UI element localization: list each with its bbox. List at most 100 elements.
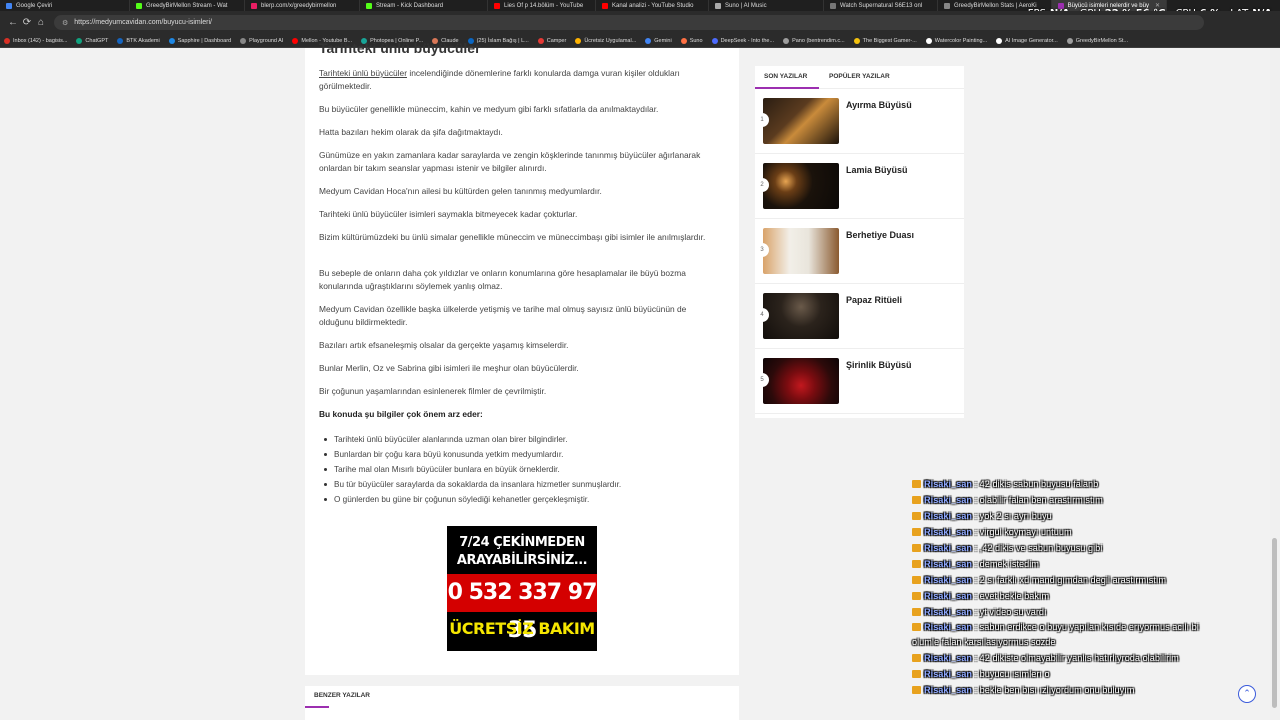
- bookmark-item[interactable]: Watercolor Painting...: [925, 37, 987, 44]
- sidebar-post-item[interactable]: 1 Ayırma Büyüsü: [755, 89, 964, 154]
- site-info-icon[interactable]: ⚙: [62, 19, 68, 27]
- article-paragraph: Bunlar Merlin, Oz ve Sabrina gibi isimle…: [319, 363, 579, 373]
- ad-line-1: 7/24 ÇEKİNMEDEN: [459, 535, 585, 550]
- chat-message: Risaki_san : 2 sı farklı xd mandıgımdan …: [912, 572, 1222, 588]
- bookmark-item[interactable]: Gemini: [645, 37, 672, 44]
- chat-message: Risaki_san : buyucu ısımlerı o: [912, 666, 1222, 682]
- post-thumbnail[interactable]: [763, 228, 839, 274]
- home-icon[interactable]: ⌂: [34, 17, 48, 28]
- sidebar-post-item[interactable]: 5 Şirinlik Büyüsü: [755, 349, 964, 414]
- post-thumbnail[interactable]: [763, 293, 839, 339]
- article-bullet-list: Tarihteki ünlü büyücüler alanlarında uzm…: [323, 432, 621, 507]
- tab-favicon-icon: [830, 2, 836, 9]
- bookmark-item[interactable]: AI Image Generator...: [996, 37, 1058, 44]
- tab-favicon-icon: [136, 2, 142, 9]
- tab-favicon-icon: [715, 2, 721, 9]
- bookmark-item[interactable]: Ücretsiz Uygulamal...: [575, 37, 636, 44]
- bookmark-item[interactable]: The Biggest Gamer-...: [853, 37, 917, 44]
- subscriber-badge-icon: [912, 670, 921, 678]
- back-arrow-icon[interactable]: ←: [6, 17, 20, 28]
- subscriber-badge-icon: [912, 480, 921, 488]
- related-posts-section: BENZER YAZILAR: [305, 686, 739, 720]
- bookmark-item[interactable]: Camper: [537, 37, 566, 44]
- post-title[interactable]: Lamia Büyüsü: [846, 165, 908, 175]
- subscriber-badge-icon: [912, 528, 921, 536]
- tab-popular-posts[interactable]: POPÜLER YAZILAR: [829, 73, 890, 80]
- article-paragraph: Bu sebeple de onların daha çok yıldızlar…: [319, 268, 686, 291]
- post-title[interactable]: Ayırma Büyüsü: [846, 100, 912, 110]
- bookmark-favicon-icon: [645, 37, 652, 44]
- chat-message: Risaki_san : demek istedim: [912, 556, 1222, 572]
- chat-message: Risaki_san : yok 2 sı ayrı buyu: [912, 508, 1222, 524]
- back-to-top-icon[interactable]: ⌃: [1238, 685, 1256, 703]
- tab-recent-posts[interactable]: SON YAZILAR: [764, 73, 807, 80]
- article-paragraph: Medyum Cavidan özellikle başka ülkelerde…: [319, 304, 687, 327]
- post-title[interactable]: Şirinlik Büyüsü: [846, 360, 912, 370]
- sidebar-widget: SON YAZILAR POPÜLER YAZILAR 1 Ayırma Büy…: [755, 66, 964, 418]
- bookmark-item[interactable]: Suno: [680, 37, 703, 44]
- browser-tab[interactable]: Stream - Kick Dashboard: [360, 0, 488, 11]
- post-thumbnail[interactable]: [763, 163, 839, 209]
- subscriber-badge-icon: [912, 592, 921, 600]
- browser-tab[interactable]: blerp.com/x/greedybirmellon: [245, 0, 360, 11]
- stream-chat-overlay: Risaki_san : 42 dikis sabun buyusu falan…: [912, 476, 1222, 698]
- post-number: 1: [755, 113, 769, 127]
- page-scrollbar[interactable]: [1270, 48, 1280, 720]
- bookmark-item[interactable]: Playground AI: [240, 37, 283, 44]
- subscriber-badge-icon: [912, 686, 921, 694]
- browser-tab[interactable]: Lies Of p 14.bölüm - YouTube: [488, 0, 596, 11]
- chat-message: Risaki_san : yt video su vardı: [912, 604, 1222, 620]
- browser-tab[interactable]: Watch Supernatural S6E13 onl: [824, 0, 938, 11]
- bookmark-item[interactable]: DeepSeek - Into the...: [711, 37, 774, 44]
- browser-tab[interactable]: Google Çeviri: [0, 0, 130, 11]
- bookmark-favicon-icon: [680, 37, 687, 44]
- bookmark-favicon-icon: [117, 37, 124, 44]
- chat-message: Risaki_san : evet bekle bakım: [912, 588, 1222, 604]
- post-number: 5: [755, 373, 769, 387]
- article-paragraph: Medyum Cavidan Hoca'nın ailesi bu kültür…: [319, 186, 602, 196]
- sidebar-post-item[interactable]: 3 Berhetiye Duası: [755, 219, 964, 284]
- bookmark-item[interactable]: ChatGPT: [76, 37, 108, 44]
- reload-icon[interactable]: ⟳: [20, 17, 34, 28]
- bookmark-item[interactable]: Inbox (142) - bagisis...: [4, 37, 67, 44]
- list-item: Tarihteki ünlü büyücüler alanlarında uzm…: [323, 432, 621, 447]
- bookmark-item[interactable]: Sapphire | Dashboard: [168, 37, 231, 44]
- url-input[interactable]: ⚙ https://medyumcavidan.com/buyucu-isiml…: [54, 15, 1204, 30]
- browser-tab[interactable]: Suno | AI Music: [709, 0, 824, 11]
- chat-message: Risaki_san : virgul koymayı untuum: [912, 524, 1222, 540]
- ad-free-offer: ÜCRETSİZ BAKIM: [449, 619, 595, 638]
- article-paragraph: Günümüze en yakın zamanlara kadar sarayl…: [319, 150, 701, 173]
- bookmark-favicon-icon: [240, 37, 247, 44]
- article-link[interactable]: Tarihteki ünlü büyücüler: [319, 68, 407, 78]
- tab-favicon-icon: [494, 2, 500, 9]
- article-paragraph: Tarihteki ünlü büyücüler isimleri saymak…: [319, 209, 578, 219]
- post-thumbnail[interactable]: [763, 98, 839, 144]
- chat-message: Risaki_san : ,42 dikis ve sabun buyusu g…: [912, 540, 1222, 556]
- sidebar-post-item[interactable]: 2 Lamia Büyüsü: [755, 154, 964, 219]
- bookmark-item[interactable]: BTK Akademi: [117, 37, 160, 44]
- title-underline: [305, 706, 329, 708]
- bookmark-favicon-icon: [996, 37, 1003, 44]
- bookmark-favicon-icon: [292, 37, 299, 44]
- browser-tab[interactable]: Kanal analizi - YouTube Studio: [596, 0, 709, 11]
- bookmark-favicon-icon: [853, 37, 860, 44]
- post-title[interactable]: Papaz Ritüeli: [846, 295, 902, 305]
- address-toolbar: ← ⟳ ⌂ ⚙ https://medyumcavidan.com/buyucu…: [0, 11, 1280, 34]
- bookmark-favicon-icon: [168, 37, 175, 44]
- article-body: Tarihteki ünlü büyücüler Tarihteki ünlü …: [305, 40, 739, 675]
- bookmark-favicon-icon: [711, 37, 718, 44]
- post-thumbnail[interactable]: [763, 358, 839, 404]
- phone-ad-banner[interactable]: 7/24 ÇEKİNMEDEN ARAYABİLİRSİNİZ... 0 532…: [447, 526, 597, 651]
- article-paragraph: Bir çoğunun yaşamlarından esinlenerek fi…: [319, 386, 547, 396]
- related-posts-title: BENZER YAZILAR: [314, 692, 370, 699]
- bookmark-item[interactable]: Pano (bentrendim.c...: [783, 37, 845, 44]
- post-title[interactable]: Berhetiye Duası: [846, 230, 914, 240]
- tab-favicon-icon: [251, 2, 257, 9]
- article-subheading: Bu konuda şu bilgiler çok önem arz eder:: [319, 409, 483, 419]
- bookmark-item[interactable]: GreedyBirMellon St...: [1066, 37, 1128, 44]
- sidebar-post-item[interactable]: 4 Papaz Ritüeli: [755, 284, 964, 349]
- scrollbar-thumb[interactable]: [1272, 538, 1277, 708]
- browser-tab[interactable]: GreedyBirMellon Stream - Wat: [130, 0, 245, 11]
- ad-phone-number: 0 532 337 97 35: [447, 574, 597, 643]
- post-number: 4: [755, 308, 769, 322]
